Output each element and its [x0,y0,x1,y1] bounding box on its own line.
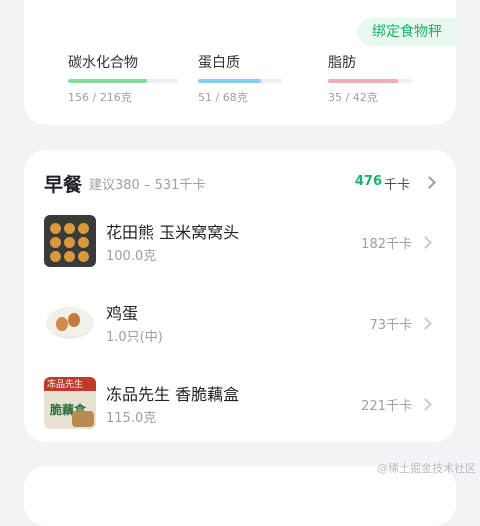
boiled-eggs-photo [44,296,96,348]
food-name: 冻品先生 香脆藕盒 [106,385,240,404]
food-kcal: 182千卡 [361,237,412,252]
food-kcal: 221千卡 [361,399,412,414]
lotus-box-package-photo: 冻品先生 脆藕盒 [44,377,96,429]
food-amount: 100.0克 [106,249,157,264]
food-kcal: 73千卡 [369,318,412,333]
macro-progress-fill [68,79,148,83]
food-name: 鸡蛋 [106,304,139,323]
watermark: @稀土掘金技术社区 [377,462,476,475]
meal-recommendation: 建议380 – 531千卡 [89,178,206,193]
food-amount: 115.0克 [106,411,157,426]
macro-label: 脂肪 [328,55,356,71]
chevron-right-icon [419,398,432,411]
macro-fat: 脂肪 35 / 42克 [328,53,412,105]
macro-value: 51 / 68克 [198,91,248,104]
breakfast-header[interactable]: 早餐 建议380 – 531千卡 476 千卡 [44,170,436,196]
macro-value: 156 / 216克 [68,91,132,104]
chevron-right-icon [419,236,432,249]
food-item[interactable]: 花田熊 玉米窝窝头 100.0克 182千卡 [44,215,456,267]
package-brand-text: 冻品先生 [47,380,84,390]
macro-protein: 蛋白质 51 / 68克 [198,53,282,105]
meal-kcal-total: 476 [354,174,382,189]
breakfast-card: 早餐 建议380 – 531千卡 476 千卡 花田熊 玉米窝窝头 100.0克… [24,150,456,442]
macro-label: 碳水化合物 [68,55,138,71]
bind-food-scale-button[interactable]: 绑定食物秤 [358,18,456,46]
macro-progress-bar [68,79,178,83]
macro-carbs: 碳水化合物 156 / 216克 [68,53,178,105]
macro-progress-bar [198,79,282,83]
chevron-right-icon [419,317,432,330]
chevron-right-icon[interactable] [423,176,436,189]
meal-title: 早餐 [44,174,83,196]
food-item[interactable]: 鸡蛋 1.0只(中) 73千卡 [44,296,456,348]
food-item[interactable]: 冻品先生 脆藕盒 冻品先生 香脆藕盒 115.0克 221千卡 [44,377,456,429]
macro-progress-fill [328,79,398,83]
food-amount: 1.0只(中) [106,330,163,345]
nutrition-summary-card: 绑定食物秤 碳水化合物 156 / 216克 蛋白质 51 / 68克 脂肪 3… [24,0,456,125]
cornbread-tray-photo [44,215,96,267]
macro-value: 35 / 42克 [328,91,378,104]
macro-label: 蛋白质 [198,55,240,71]
food-name: 花田熊 玉米窝窝头 [106,223,240,242]
meal-kcal-unit: 千卡 [383,178,410,193]
macro-progress-fill [198,79,261,83]
macro-progress-bar [328,79,412,83]
